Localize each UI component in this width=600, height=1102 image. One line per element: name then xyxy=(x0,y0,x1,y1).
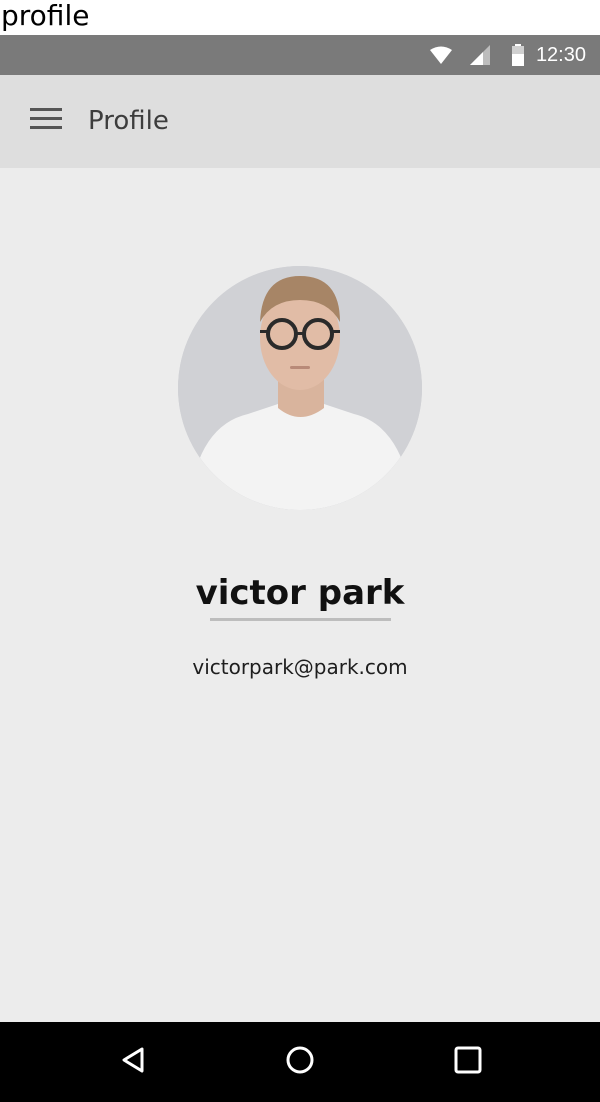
profile-content: victor park victorpark@park.com xyxy=(0,168,600,1022)
avatar xyxy=(178,266,422,510)
recents-button[interactable] xyxy=(448,1042,488,1082)
app-bar: Profile xyxy=(0,75,600,168)
profile-email: victorpark@park.com xyxy=(192,655,408,679)
status-icons: 12:30 xyxy=(429,35,586,75)
back-button[interactable] xyxy=(113,1042,153,1082)
status-bar: 12:30 xyxy=(0,35,600,75)
home-button[interactable] xyxy=(280,1042,320,1082)
navigation-bar xyxy=(0,1022,600,1102)
avatar-photo xyxy=(178,266,422,510)
profile-name: victor park xyxy=(195,573,405,613)
back-icon xyxy=(120,1046,146,1078)
battery-icon xyxy=(511,44,524,66)
status-time: 12:30 xyxy=(535,43,586,66)
page-title: Profile xyxy=(88,106,169,136)
cell-signal-icon xyxy=(469,45,490,65)
hamburger-menu-icon xyxy=(30,108,62,134)
name-underline xyxy=(210,618,391,621)
recents-icon xyxy=(454,1046,482,1078)
wifi-icon xyxy=(429,46,452,64)
menu-button[interactable] xyxy=(22,101,70,141)
home-icon xyxy=(285,1045,315,1079)
screen-caption: profile xyxy=(0,0,600,35)
